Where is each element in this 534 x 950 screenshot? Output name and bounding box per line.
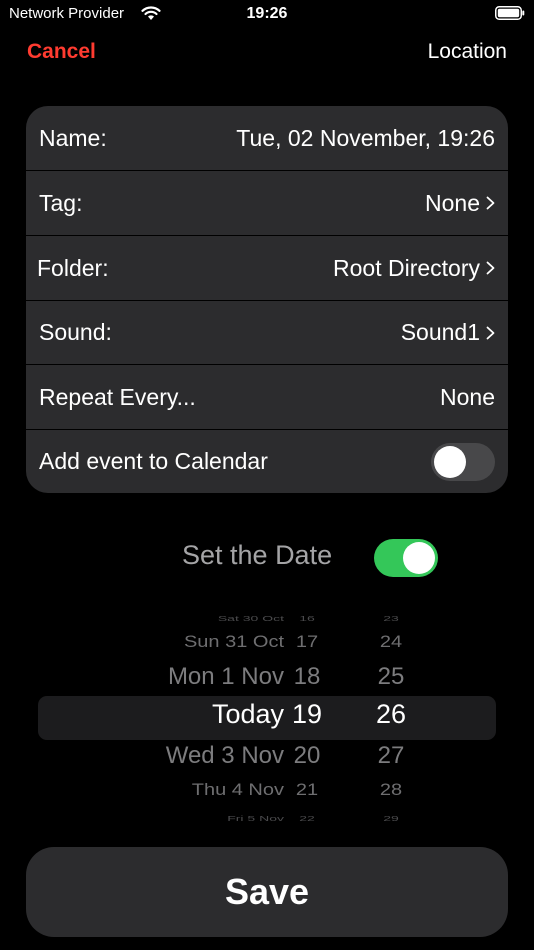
picker-hour: 16 <box>299 614 315 623</box>
picker-day: Thu 4 Nov <box>191 780 284 800</box>
picker-hour: 18 <box>293 663 321 690</box>
name-value: Tue, 02 November, 19:26 <box>236 124 495 151</box>
picker-day: Today <box>211 699 284 729</box>
tag-row[interactable]: Tag: None <box>26 170 508 235</box>
location-button[interactable]: Location <box>428 40 507 64</box>
folder-value: Root Directory <box>333 254 480 281</box>
set-date-label: Set the Date <box>182 540 333 570</box>
chevron-right-icon <box>486 326 495 339</box>
picker-minute: 29 <box>383 814 399 823</box>
folder-row[interactable]: Folder: Root Directory <box>26 235 508 300</box>
picker-hour: 19 <box>291 699 323 729</box>
toggle-knob <box>434 445 466 478</box>
picker-hour: 17 <box>295 632 319 652</box>
picker-minute: 23 <box>383 614 399 623</box>
calendar-label: Add event to Calendar <box>39 448 268 474</box>
top-bar: Cancel Location <box>0 40 534 72</box>
picker-day: Wed 3 Nov <box>165 742 284 769</box>
picker-row[interactable]: Thu 4 Nov 21 28 <box>0 781 534 812</box>
status-time: 19:26 <box>246 5 288 22</box>
save-button[interactable]: Save <box>26 847 508 937</box>
picker-minute: 25 <box>377 663 405 690</box>
picker-row[interactable]: Wed 3 Nov 20 27 <box>0 742 534 778</box>
picker-day: Sun 31 Oct <box>183 632 284 652</box>
calendar-row: Add event to Calendar <box>26 429 508 493</box>
picker-day: Sat 30 Oct <box>217 614 284 623</box>
sound-label: Sound: <box>39 319 112 345</box>
picker-minute: 27 <box>377 742 405 769</box>
battery-icon <box>495 6 525 20</box>
calendar-toggle[interactable] <box>431 442 495 481</box>
picker-row[interactable]: Sat 30 Oct 16 23 <box>0 614 534 634</box>
picker-minute: 24 <box>379 632 403 652</box>
repeat-label: Repeat Every... <box>39 383 196 410</box>
toggle-knob <box>403 542 435 574</box>
picker-hour: 20 <box>293 742 321 769</box>
tag-value: None <box>425 189 480 216</box>
tag-label: Tag: <box>39 189 83 216</box>
picker-minute: 26 <box>375 699 407 729</box>
picker-row-selected[interactable]: Today 19 26 <box>0 699 534 735</box>
set-date-toggle[interactable] <box>374 539 438 577</box>
picker-hour: 21 <box>295 780 319 800</box>
settings-card: Name: Tue, 02 November, 19:26 Tag: None … <box>26 106 508 493</box>
status-bar: Network Provider 19:26 <box>0 0 534 28</box>
repeat-row[interactable]: Repeat Every... None <box>26 364 508 429</box>
date-time-picker[interactable]: Sat 30 Oct 16 23 Sun 31 Oct 17 24 Mon 1 Nov 18 2… <box>0 604 534 830</box>
chevron-right-icon <box>486 196 495 210</box>
picker-minute: 28 <box>379 780 403 800</box>
name-row[interactable]: Name: Tue, 02 November, 19:26 <box>26 106 508 170</box>
picker-row[interactable]: Mon 1 Nov 18 25 <box>0 663 534 699</box>
picker-day: Fri 5 Nov <box>227 814 284 823</box>
cancel-button[interactable]: Cancel <box>27 40 96 64</box>
picker-hour: 22 <box>299 814 315 823</box>
sound-value: Sound1 <box>400 319 480 345</box>
repeat-value: None <box>440 383 495 410</box>
picker-day: Mon 1 Nov <box>167 663 284 690</box>
chevron-right-icon <box>486 261 495 275</box>
name-label: Name: <box>39 124 107 151</box>
folder-label: Folder: <box>37 254 109 281</box>
picker-row[interactable]: Sun 31 Oct 17 24 <box>0 633 534 664</box>
picker-row[interactable]: Fri 5 Nov 22 29 <box>0 814 534 830</box>
sound-row[interactable]: Sound: Sound1 <box>26 300 508 364</box>
